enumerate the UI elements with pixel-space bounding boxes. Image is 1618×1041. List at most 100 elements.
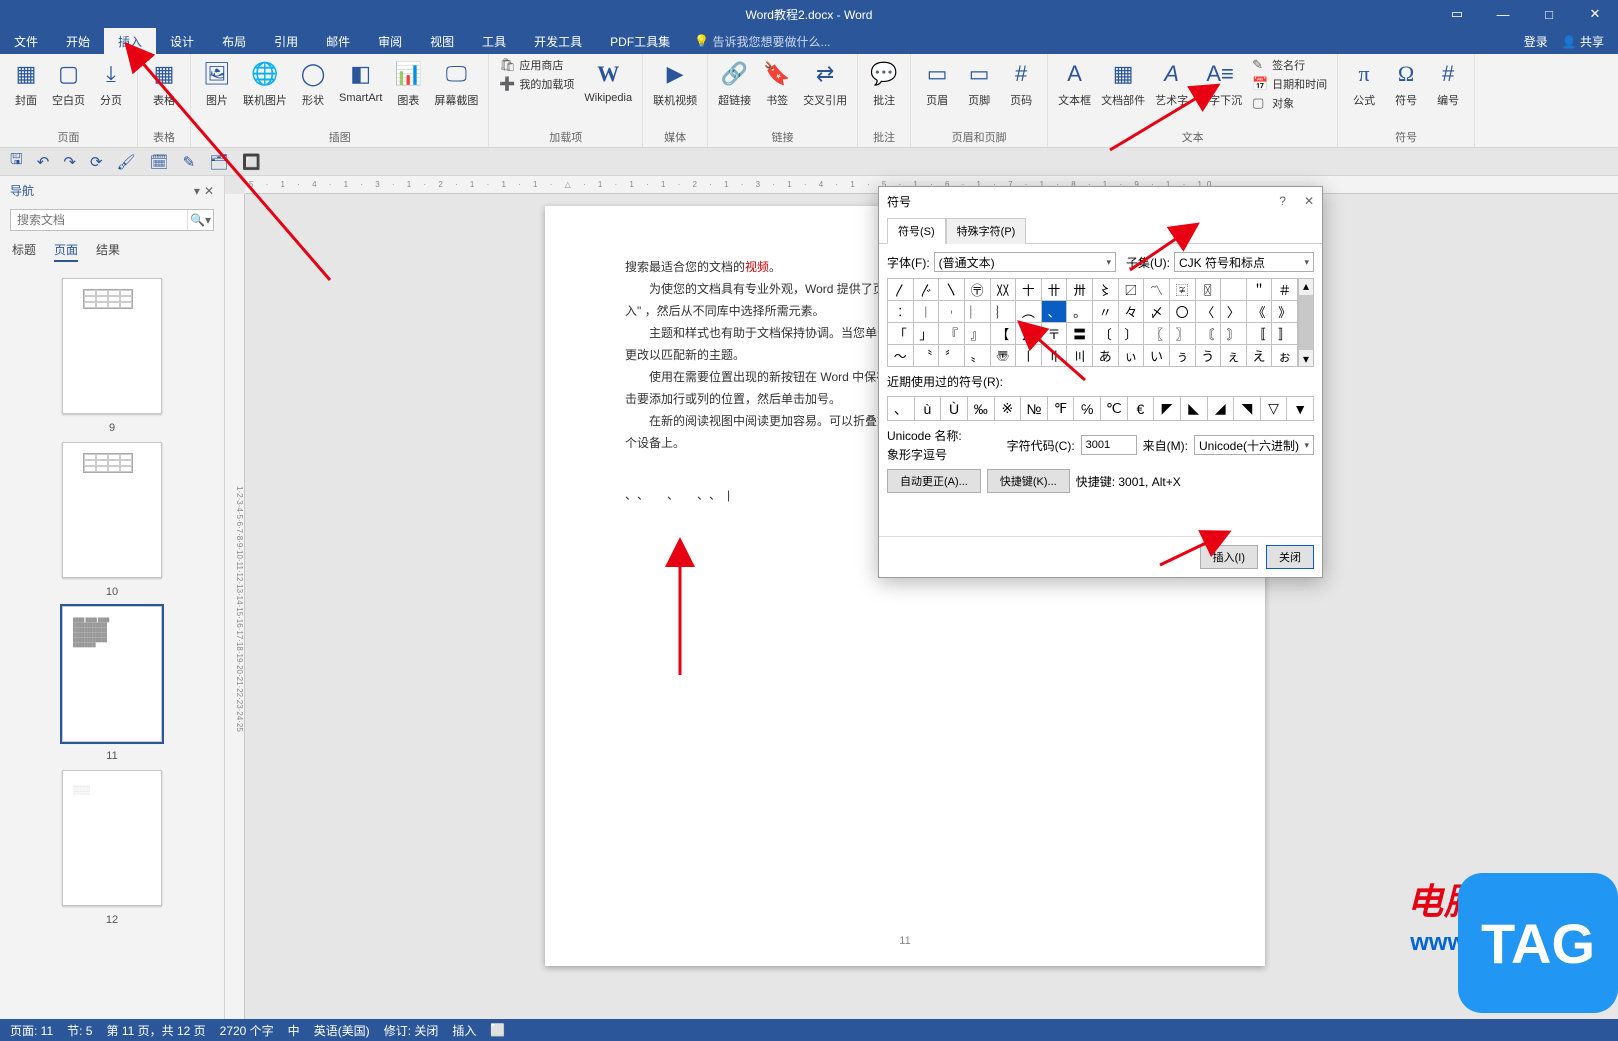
minimize-button[interactable]: — <box>1480 0 1526 28</box>
symbol-cell[interactable]: 〶 <box>965 279 991 301</box>
symbol-cell[interactable]: ぃ <box>1119 345 1145 367</box>
symbol-cell[interactable]: 〹 <box>1042 279 1068 301</box>
symbol-cell[interactable]: 《 <box>1247 301 1273 323</box>
symbol-cell[interactable]: 〈 <box>1196 301 1222 323</box>
symbol-cell[interactable]: ︱ <box>914 301 940 323</box>
status-lang-cn[interactable]: 中 <box>288 1022 300 1039</box>
hyperlink-button[interactable]: 🔗超链接 <box>714 56 755 110</box>
number-button[interactable]: #编号 <box>1428 56 1468 110</box>
recent-symbol-cell[interactable]: ℅ <box>1074 397 1101 421</box>
datetime-button[interactable]: 📅日期和时间 <box>1248 75 1331 93</box>
close-button[interactable]: ✕ <box>1572 0 1618 28</box>
tell-me[interactable]: 💡 告诉我您想要做什么... <box>694 28 830 54</box>
bookmark-button[interactable]: 🔖书签 <box>757 56 797 110</box>
symbol-cell[interactable]: い <box>1144 345 1170 367</box>
store-button[interactable]: 🛍应用商店 <box>495 56 578 74</box>
tab-tools[interactable]: 工具 <box>468 28 520 54</box>
tab-review[interactable]: 审阅 <box>364 28 416 54</box>
symbol-cell[interactable]: 〛 <box>1272 323 1298 345</box>
symbol-cell[interactable]: 〠 <box>991 345 1017 367</box>
symbol-cell[interactable]: 」 <box>914 323 940 345</box>
tab-pdf[interactable]: PDF工具集 <box>596 28 684 54</box>
symbol-cell[interactable]: ぇ <box>1221 345 1247 367</box>
recent-symbol-cell[interactable]: ℃ <box>1101 397 1128 421</box>
maximize-button[interactable]: □ <box>1526 0 1572 28</box>
symbol-cell[interactable]: 〗 <box>1170 323 1196 345</box>
symbol-cell[interactable]: 。 <box>1067 301 1093 323</box>
symbol-cell[interactable]: 〟 <box>965 345 991 367</box>
symbol-cell[interactable]: 〾 <box>1170 279 1196 301</box>
recent-symbol-cell[interactable]: Ù <box>941 397 968 421</box>
screenshot-button[interactable]: 🖵屏幕截图 <box>430 56 482 110</box>
signature-button[interactable]: ✎签名行 <box>1248 56 1331 74</box>
symbol-cell[interactable]: え <box>1247 345 1273 367</box>
recent-symbol-cell[interactable]: ℉ <box>1048 397 1075 421</box>
nav-tab-headings[interactable]: 标题 <box>12 241 36 262</box>
dialog-close-icon[interactable]: ✕ <box>1304 194 1314 208</box>
recent-symbol-cell[interactable]: € <box>1128 397 1155 421</box>
qat-save[interactable]: 🖫 <box>10 149 23 174</box>
symbol-cell[interactable]: 〇 <box>1170 301 1196 323</box>
recent-symbol-cell[interactable]: № <box>1021 397 1048 421</box>
chart-button[interactable]: 📊图表 <box>388 56 428 110</box>
symbol-cell[interactable]: ぅ <box>1170 345 1196 367</box>
symbol-cell[interactable]: 〸 <box>1016 279 1042 301</box>
symbol-cell[interactable]: 》 <box>1272 301 1298 323</box>
nav-tab-results[interactable]: 结果 <box>96 241 120 262</box>
vertical-ruler[interactable]: 1·2·3·4·5·6·7·8·9·10·11·12·13·14·15·16·1… <box>225 194 245 1019</box>
status-page-of[interactable]: 第 11 页，共 12 页 <box>106 1022 205 1039</box>
recent-symbol-cell[interactable]: ◥ <box>1234 397 1261 421</box>
online-video-button[interactable]: ▶联机视频 <box>649 56 701 110</box>
share-button[interactable]: 👤 共享 <box>1562 33 1604 50</box>
symbol-cell[interactable]: 〉 <box>1221 301 1247 323</box>
tab-file[interactable]: 文件 <box>0 28 52 54</box>
recent-symbol-cell[interactable]: ◤ <box>1154 397 1181 421</box>
symbol-cell[interactable]: 〆 <box>1144 301 1170 323</box>
login-link[interactable]: 登录 <box>1524 33 1548 50</box>
crossref-button[interactable]: ⇄交叉引用 <box>799 56 851 110</box>
dialog-tab-symbols[interactable]: 符号(S) <box>887 218 946 244</box>
symbol-cell[interactable]: ︲ <box>939 301 965 323</box>
symbol-cell[interactable]: 〼 <box>1119 279 1145 301</box>
symbol-cell[interactable]: あ <box>1093 345 1119 367</box>
symbol-cell[interactable]: ︳ <box>965 301 991 323</box>
status-section[interactable]: 节: 5 <box>67 1022 92 1039</box>
qat-undo[interactable]: ↶ <box>37 153 50 171</box>
ribbon-display-options[interactable]: ▭ <box>1434 0 1480 28</box>
recent-symbol-cell[interactable]: ※ <box>995 397 1022 421</box>
thumb-10[interactable] <box>62 442 162 578</box>
symbol-cell[interactable]: う <box>1196 345 1222 367</box>
blank-page-button[interactable]: ▢空白页 <box>48 56 89 110</box>
symbol-cell[interactable]: 〷 <box>991 279 1017 301</box>
symbol-cell[interactable]: 〳 <box>888 279 914 301</box>
symbol-cell[interactable]: 』 <box>965 323 991 345</box>
recent-symbol-cell[interactable]: 、 <box>888 397 915 421</box>
nav-tab-pages[interactable]: 页面 <box>54 241 78 262</box>
symbol-cell[interactable]: 〖 <box>1144 323 1170 345</box>
symbol-cell[interactable]: 〺 <box>1067 279 1093 301</box>
object-button[interactable]: ▢对象 <box>1248 94 1331 112</box>
shortcut-button[interactable]: 快捷键(K)... <box>987 469 1070 493</box>
charcode-input[interactable] <box>1081 435 1137 455</box>
symbol-cell[interactable]: 『 <box>939 323 965 345</box>
status-wordcount[interactable]: 2720 个字 <box>220 1022 274 1039</box>
symbol-cell[interactable]: 、 <box>1042 301 1068 323</box>
textbox-button[interactable]: A文本框 <box>1054 56 1095 110</box>
pagenum-button[interactable]: #页码 <box>1001 56 1041 110</box>
qat-refresh[interactable]: ⟳ <box>90 153 103 171</box>
symbol-cell[interactable]: 〘 <box>1196 323 1222 345</box>
page-break-button[interactable]: ⤓分页 <box>91 56 131 110</box>
status-track[interactable]: 修订: 关闭 <box>384 1022 439 1039</box>
dialog-titlebar[interactable]: 符号 ? ✕ <box>879 187 1322 215</box>
status-page[interactable]: 页面: 11 <box>10 1022 53 1039</box>
comment-button[interactable]: 💬批注 <box>864 56 904 110</box>
symbol-cell[interactable]: 〙 <box>1221 323 1247 345</box>
recent-symbol-cell[interactable]: ◣ <box>1181 397 1208 421</box>
symbol-cell[interactable]: ︴ <box>991 301 1017 323</box>
symbol-button[interactable]: Ω符号 <box>1386 56 1426 110</box>
grid-scrollbar[interactable]: ▴▾ <box>1298 278 1314 367</box>
symbol-cell[interactable]: ︵ <box>1016 301 1042 323</box>
status-macro[interactable]: ⬜ <box>490 1023 505 1037</box>
autocorrect-button[interactable]: 自动更正(A)... <box>887 469 981 493</box>
thumb-12[interactable]: ░░░░░░░░░░░░ <box>62 770 162 906</box>
